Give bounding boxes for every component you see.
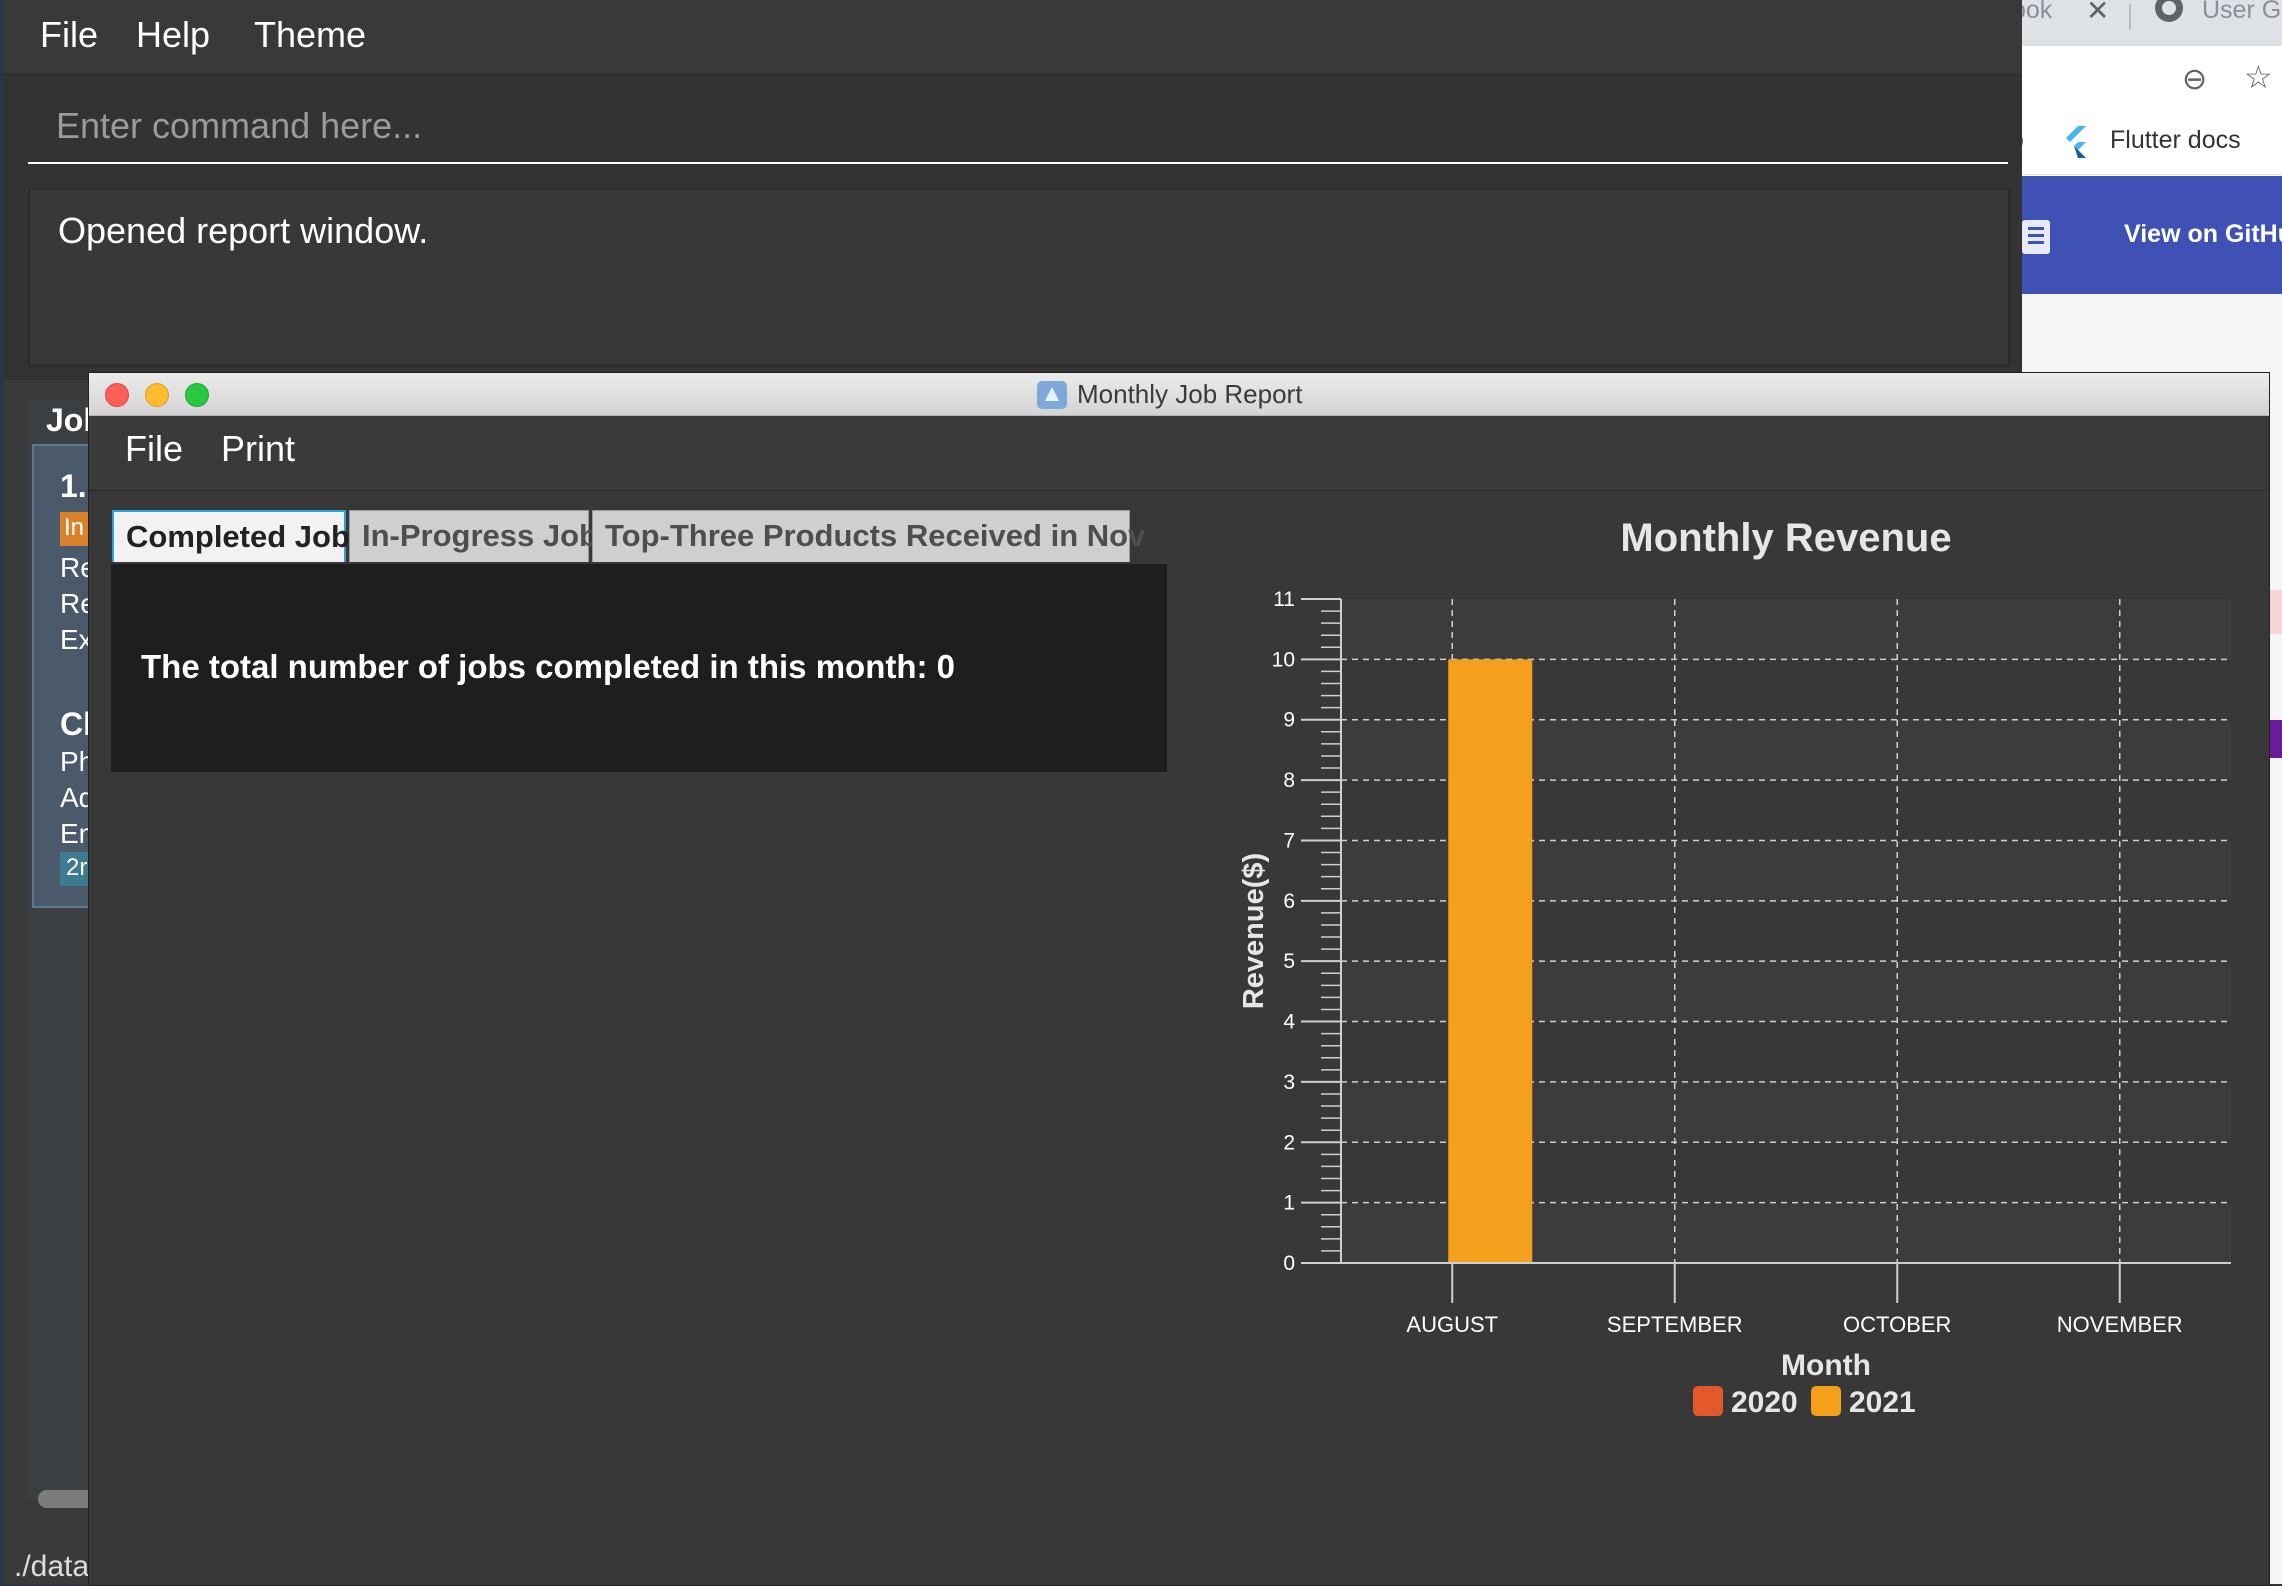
tab-completed-job[interactable]: Completed Job xyxy=(112,510,350,562)
tab-top-three-products[interactable]: Top-Three Products Received in Nov xyxy=(592,510,1145,562)
menu-help[interactable]: Help xyxy=(136,14,210,56)
y-tick-label: 0 xyxy=(1283,1252,1295,1275)
flutter-icon xyxy=(2066,126,2086,158)
y-tick-label: 7 xyxy=(1283,829,1295,852)
menu-file[interactable]: File xyxy=(40,14,98,56)
tab-in-progress-job[interactable]: In-Progress Job xyxy=(349,510,598,562)
report-menubar: File Print xyxy=(89,416,2269,491)
command-box xyxy=(28,96,2008,164)
report-window: Monthly Job Report File Print Completed … xyxy=(88,372,2270,1586)
report-titlebar[interactable]: Monthly Job Report xyxy=(89,373,2269,416)
report-menu-file[interactable]: File xyxy=(125,428,183,470)
zoom-out-icon[interactable]: ⊖ xyxy=(2182,62,2207,97)
legend-label: 2021 xyxy=(1849,1386,1916,1419)
y-tick-label: 9 xyxy=(1283,709,1295,732)
y-tick-label: 3 xyxy=(1283,1071,1295,1094)
browser-toolbar xyxy=(2010,46,2282,108)
x-tick-label: OCTOBER xyxy=(1843,1312,1951,1337)
command-input[interactable] xyxy=(28,96,2008,156)
y-tick-label: 5 xyxy=(1283,950,1295,973)
status-bar-path: ./data xyxy=(14,1550,90,1583)
result-display: Opened report window. xyxy=(28,188,2010,366)
close-tab-icon[interactable]: ✕ xyxy=(2086,0,2109,27)
browser-tab-label[interactable]: User G xyxy=(2202,0,2281,25)
status-badge-label: In xyxy=(64,514,85,541)
window-title: Monthly Job Report xyxy=(1077,379,1303,409)
report-menu-print[interactable]: Print xyxy=(221,428,295,470)
x-tick-label: AUGUST xyxy=(1406,1312,1498,1337)
bar-2021-august xyxy=(1448,659,1533,1263)
bookmark-flutter-docs[interactable]: Flutter docs xyxy=(2110,126,2241,155)
star-icon[interactable]: ☆ xyxy=(2244,58,2273,96)
x-tick-label: SEPTEMBER xyxy=(1607,1312,1743,1337)
menu-theme[interactable]: Theme xyxy=(254,14,366,56)
grid-band xyxy=(1341,599,2231,660)
legend-swatch xyxy=(1693,1386,1723,1416)
close-window-button[interactable] xyxy=(105,383,129,407)
tab-separator xyxy=(2129,4,2131,30)
y-tick-label: 8 xyxy=(1283,769,1295,792)
result-text: Opened report window. xyxy=(58,210,429,251)
main-menubar: File Help Theme xyxy=(4,0,2022,75)
legend-label: 2020 xyxy=(1731,1386,1798,1419)
y-tick-label: 6 xyxy=(1283,890,1295,913)
page-element-pink xyxy=(2268,590,2282,634)
maximize-window-button[interactable] xyxy=(185,383,209,407)
y-tick-label: 2 xyxy=(1283,1131,1295,1154)
x-axis-label: Month xyxy=(1781,1349,1871,1382)
job-card-index: 1. xyxy=(60,468,87,504)
document-icon xyxy=(2022,220,2050,254)
chart-title: Monthly Revenue xyxy=(1620,516,1951,560)
legend-swatch xyxy=(1811,1386,1841,1416)
view-on-github-link[interactable]: View on GitHu xyxy=(2124,220,2282,249)
minimize-window-button[interactable] xyxy=(145,383,169,407)
page-element-purple xyxy=(2268,720,2282,758)
x-tick-label: NOVEMBER xyxy=(2057,1312,2183,1337)
completed-jobs-summary: The total number of jobs completed in th… xyxy=(141,648,956,685)
tab-content-panel: The total number of jobs completed in th… xyxy=(111,564,1167,772)
tag-label: 2r xyxy=(66,854,88,881)
monthly-revenue-chart: Monthly Revenue AUGUST SEPTEMBER OCTOBER NOV… xyxy=(1238,516,2231,1419)
y-axis-label: Revenue($) xyxy=(1238,853,1270,1009)
app-icon xyxy=(1037,381,1067,409)
y-tick-label: 10 xyxy=(1272,648,1295,671)
y-tick-label: 4 xyxy=(1283,1011,1295,1034)
y-tick-label: 11 xyxy=(1273,588,1295,611)
y-tick-label: 1 xyxy=(1283,1192,1295,1215)
